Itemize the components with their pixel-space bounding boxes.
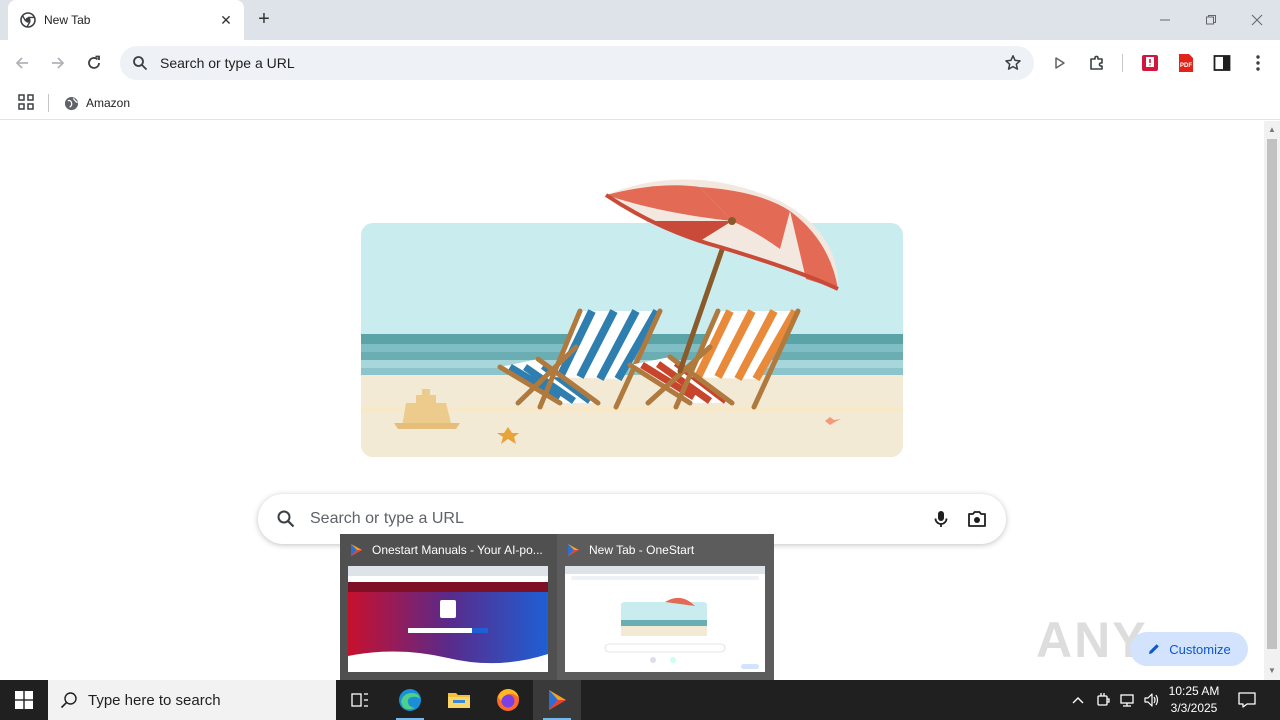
extensions-puzzle-icon[interactable] xyxy=(1086,52,1108,74)
preview-thumbnail-manuals xyxy=(348,566,548,672)
scrollbar-thumb[interactable] xyxy=(1267,139,1277,649)
bookmark-amazon[interactable]: Amazon xyxy=(64,92,130,114)
omnibox-input[interactable]: Search or type a URL xyxy=(160,55,1004,71)
restore-button[interactable] xyxy=(1188,0,1234,40)
reload-button[interactable] xyxy=(81,50,107,76)
preview-header: Onestart Manuals - Your AI-po... xyxy=(348,542,548,558)
clock-time: 10:25 AM xyxy=(1168,684,1220,698)
start-button[interactable] xyxy=(0,680,48,720)
side-panel-icon[interactable] xyxy=(1211,52,1233,74)
edge-icon xyxy=(399,689,421,711)
toolbar-separator xyxy=(1122,54,1123,72)
taskbar-search-input[interactable]: Type here to search xyxy=(88,692,221,709)
preview-header: New Tab - OneStart xyxy=(565,542,765,558)
tab-close-icon[interactable]: ✕ xyxy=(218,12,234,28)
preview-onestart-manuals[interactable]: Onestart Manuals - Your AI-po... xyxy=(340,534,557,680)
menu-kebab-icon[interactable] xyxy=(1247,52,1269,74)
tab-new-tab[interactable]: New Tab ✕ xyxy=(8,0,244,40)
tray-device-icon[interactable] xyxy=(1092,680,1114,720)
pdf-extension-icon[interactable]: PDF xyxy=(1175,52,1197,74)
ntp-search-input[interactable]: Search or type a URL xyxy=(310,510,916,528)
taskbar-clock[interactable]: 10:25 AM 3/3/2025 xyxy=(1158,683,1230,717)
close-window-button[interactable] xyxy=(1234,0,1280,40)
red-extension-icon[interactable] xyxy=(1139,52,1161,74)
apps-grid-icon[interactable] xyxy=(18,94,34,110)
customize-button[interactable]: Customize xyxy=(1130,632,1248,666)
tray-network-icon[interactable] xyxy=(1116,680,1138,720)
play-extension-icon[interactable] xyxy=(1049,52,1071,74)
bookmark-label: Amazon xyxy=(86,96,131,110)
new-tab-button[interactable]: + xyxy=(254,9,274,30)
search-icon xyxy=(133,56,148,71)
page-scrollbar[interactable]: ▲ ▼ xyxy=(1264,121,1280,680)
arrow-right-icon xyxy=(52,57,65,69)
back-button[interactable] xyxy=(9,50,35,76)
windows-logo-icon xyxy=(15,691,33,709)
pencil-icon xyxy=(1149,644,1160,654)
tab-title: New Tab xyxy=(44,13,91,27)
omnibox[interactable]: Search or type a URL xyxy=(120,46,1034,80)
title-bar: New Tab ✕ + xyxy=(0,0,1280,40)
customize-label: Customize xyxy=(1169,641,1231,657)
beach-doodle-image xyxy=(361,179,903,457)
bookmark-star-icon[interactable] xyxy=(1004,54,1022,72)
forward-button[interactable] xyxy=(45,50,71,76)
chrome-icon xyxy=(20,12,36,28)
svg-text:PDF: PDF xyxy=(1180,63,1192,69)
camera-search-icon[interactable] xyxy=(966,508,988,530)
preview-title: Onestart Manuals - Your AI-po... xyxy=(372,543,543,557)
toolbar: Search or type a URL PDF xyxy=(0,40,1280,86)
taskbar-file-explorer[interactable] xyxy=(435,680,483,720)
onestart-icon xyxy=(351,544,362,556)
windows-taskbar: Type here to search 10:25 AM 3/3/2025 xyxy=(0,680,1280,720)
folder-icon xyxy=(448,693,470,708)
globe-icon xyxy=(64,96,79,110)
taskbar-preview-popup: Onestart Manuals - Your AI-po... New Tab… xyxy=(340,534,774,680)
preview-title: New Tab - OneStart xyxy=(589,543,695,557)
notification-center-icon[interactable] xyxy=(1234,680,1260,720)
reload-icon xyxy=(88,55,100,69)
bookmarks-separator xyxy=(48,94,49,112)
search-icon xyxy=(277,510,295,528)
scroll-down-icon[interactable]: ▼ xyxy=(1268,666,1276,675)
clock-date: 3/3/2025 xyxy=(1170,701,1218,715)
scroll-up-icon[interactable]: ▲ xyxy=(1268,125,1276,134)
firefox-icon xyxy=(497,689,519,711)
preview-new-tab-onestart[interactable]: New Tab - OneStart xyxy=(557,534,774,680)
taskbar-search-box[interactable]: Type here to search xyxy=(48,680,336,720)
arrow-left-icon xyxy=(15,57,28,69)
search-icon xyxy=(60,692,77,709)
onestart-icon xyxy=(549,690,566,710)
taskbar-onestart[interactable] xyxy=(533,680,581,720)
preview-thumbnail-newtab xyxy=(565,566,765,672)
microphone-icon[interactable] xyxy=(930,508,952,530)
task-view-button[interactable] xyxy=(336,680,384,720)
taskbar-firefox[interactable] xyxy=(484,680,532,720)
onestart-icon xyxy=(568,544,579,556)
taskbar-edge[interactable] xyxy=(386,680,434,720)
minimize-button[interactable] xyxy=(1142,0,1188,40)
bookmarks-bar: Amazon xyxy=(0,86,1280,120)
tray-overflow-chevron-icon[interactable] xyxy=(1068,680,1088,720)
task-view-icon xyxy=(351,693,368,707)
